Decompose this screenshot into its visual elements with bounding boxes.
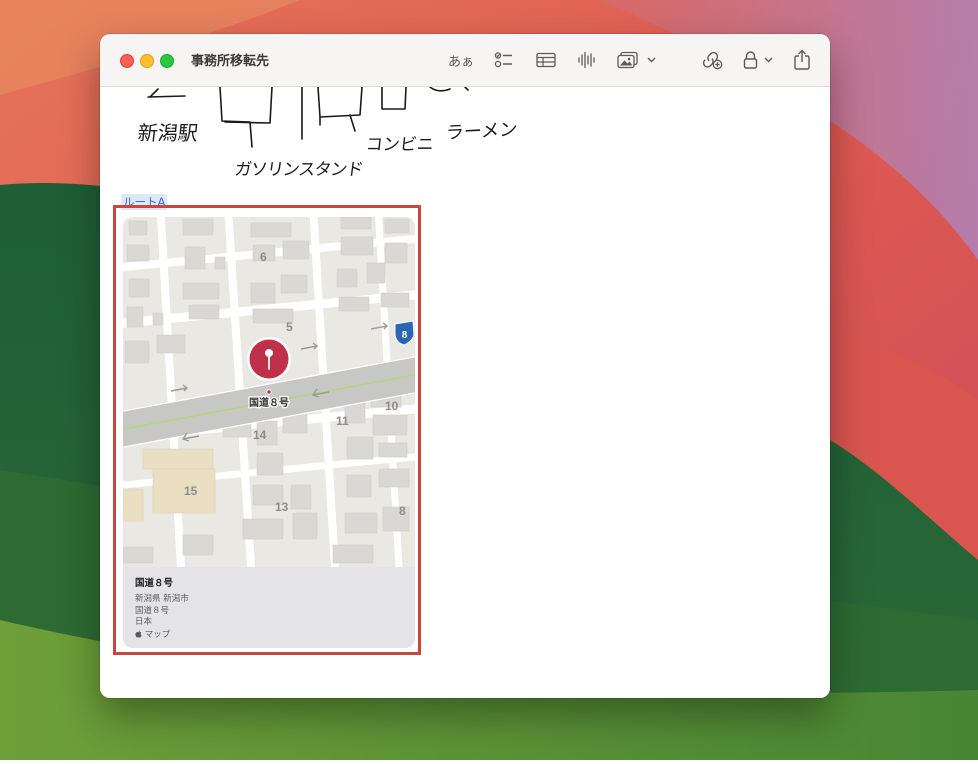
block-number: 8 bbox=[399, 504, 406, 518]
map-preview[interactable]: 8 6 5 11 10 14 15 13 8 国道８号 bbox=[123, 217, 415, 567]
address-line: 日本 bbox=[135, 617, 153, 627]
title-bar: 事務所移転先 あぁ bbox=[100, 34, 830, 87]
window-title: 事務所移転先 bbox=[191, 54, 270, 69]
sketch-label-station: 新潟駅 bbox=[136, 121, 200, 145]
lock-icon[interactable] bbox=[740, 48, 776, 72]
zoom-button[interactable] bbox=[160, 54, 174, 68]
block-number: 15 bbox=[184, 484, 198, 498]
text-format-button[interactable]: あぁ bbox=[446, 48, 476, 72]
maps-brand: マップ bbox=[135, 628, 170, 640]
sketch-label-ramen: ラーメン bbox=[445, 119, 518, 144]
waveform-icon[interactable] bbox=[574, 48, 598, 72]
photo-icon[interactable] bbox=[616, 48, 660, 72]
svg-text:8: 8 bbox=[402, 330, 408, 341]
map-pin-label: 国道８号 bbox=[249, 396, 289, 409]
link-collab-icon[interactable] bbox=[700, 48, 724, 72]
map-card-info: 国道８号 新潟県 新潟市 国道８号 日本 マップ bbox=[123, 567, 415, 648]
maps-source-label: マップ bbox=[144, 630, 171, 640]
checklist-icon[interactable] bbox=[492, 48, 516, 72]
block-number: 6 bbox=[260, 250, 267, 264]
note-body[interactable]: 新潟駅 ガソリンスタンド コンビニ ラーメン ルートA 8 6 5 11 10 … bbox=[100, 86, 830, 698]
table-icon[interactable] bbox=[534, 48, 558, 72]
block-number: 11 bbox=[336, 414, 349, 428]
handwritten-route-sketch: 新潟駅 ガソリンスタンド コンビニ ラーメン bbox=[130, 86, 530, 192]
close-button[interactable] bbox=[120, 54, 134, 68]
apple-logo-icon bbox=[135, 630, 142, 638]
block-number: 14 bbox=[253, 428, 267, 442]
map-card[interactable]: 8 6 5 11 10 14 15 13 8 国道８号 国道８号 新潟県 新潟市… bbox=[123, 217, 415, 648]
share-icon[interactable] bbox=[791, 48, 813, 72]
sketch-label-convenience-store: コンビニ bbox=[364, 135, 435, 155]
block-number: 13 bbox=[275, 500, 289, 514]
minimize-button[interactable] bbox=[140, 54, 154, 68]
address-line: 新潟県 新潟市 bbox=[135, 594, 189, 604]
block-number: 5 bbox=[286, 320, 293, 334]
place-name: 国道８号 bbox=[135, 578, 174, 589]
notes-window: 事務所移転先 あぁ 新潟駅 ガソリンスタンド コンビニ ラーメン ルートA 8 … bbox=[100, 34, 830, 698]
sketch-label-gas-station: ガソリンスタンド bbox=[233, 160, 364, 180]
block-number: 10 bbox=[385, 399, 399, 413]
